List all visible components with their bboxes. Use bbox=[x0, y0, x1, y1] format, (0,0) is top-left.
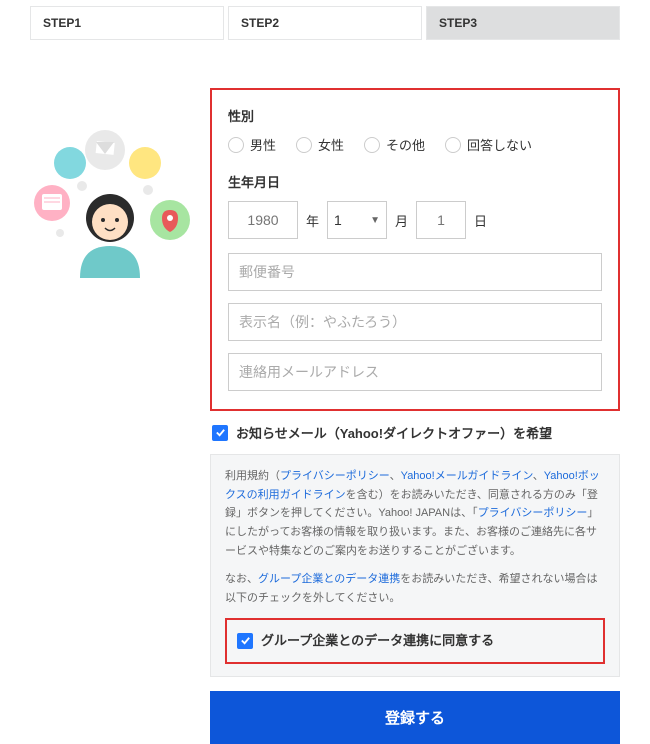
dob-row: 年 1▼ 月 日 bbox=[228, 201, 602, 239]
gender-radio-other[interactable]: その他 bbox=[364, 135, 425, 154]
terms-text: 、 bbox=[533, 470, 544, 482]
person-bubbles-icon bbox=[30, 128, 200, 298]
consent-label: グループ企業とのデータ連携に同意する bbox=[261, 630, 494, 652]
terms-paragraph-2: なお、グループ企業とのデータ連携をお読みいただき、希望されない場合は以下のチェッ… bbox=[225, 570, 605, 607]
privacy-policy-link-2[interactable]: プライバシーポリシー bbox=[478, 507, 588, 519]
display-name-input[interactable] bbox=[228, 303, 602, 341]
checkbox-checked-icon bbox=[212, 425, 228, 441]
terms-text: なお、 bbox=[225, 573, 258, 585]
zip-input[interactable] bbox=[228, 253, 602, 291]
newsletter-checkbox-row[interactable]: お知らせメール（Yahoo!ダイレクトオファー）を希望 bbox=[210, 411, 620, 454]
form-highlight-box: 性別 男性 女性 その他 回答しない 生年月日 年 1▼ 月 日 bbox=[210, 88, 620, 411]
gender-radio-female[interactable]: 女性 bbox=[296, 135, 344, 154]
radio-icon bbox=[445, 137, 461, 153]
checkbox-checked-icon bbox=[237, 633, 253, 649]
radio-label: 男性 bbox=[250, 135, 276, 154]
year-unit: 年 bbox=[306, 211, 319, 230]
chevron-down-icon: ▼ bbox=[370, 215, 380, 226]
month-unit: 月 bbox=[395, 211, 408, 230]
terms-paragraph-1: 利用規約（プライバシーポリシー、Yahoo!メールガイドライン、Yahoo!ボッ… bbox=[225, 467, 605, 560]
radio-icon bbox=[296, 137, 312, 153]
radio-label: 回答しない bbox=[467, 135, 532, 154]
year-input[interactable] bbox=[228, 201, 298, 239]
contact-email-input[interactable] bbox=[228, 353, 602, 391]
privacy-policy-link[interactable]: プライバシーポリシー bbox=[280, 470, 390, 482]
month-value: 1 bbox=[334, 212, 342, 228]
radio-label: その他 bbox=[386, 135, 425, 154]
terms-text: 利用規約（ bbox=[225, 470, 280, 482]
radio-icon bbox=[228, 137, 244, 153]
day-input[interactable] bbox=[416, 201, 466, 239]
step-2: STEP2 bbox=[228, 6, 422, 40]
terms-text: 、 bbox=[390, 470, 401, 482]
gender-radio-group: 男性 女性 その他 回答しない bbox=[228, 135, 602, 154]
step-1: STEP1 bbox=[30, 6, 224, 40]
consent-highlight-box: グループ企業とのデータ連携に同意する bbox=[225, 618, 605, 664]
consent-checkbox-row[interactable]: グループ企業とのデータ連携に同意する bbox=[235, 626, 595, 656]
group-data-link[interactable]: グループ企業とのデータ連携 bbox=[258, 573, 400, 585]
step-3: STEP3 bbox=[426, 6, 620, 40]
radio-label: 女性 bbox=[318, 135, 344, 154]
step-indicator: STEP1 STEP2 STEP3 bbox=[0, 0, 650, 40]
gender-label: 性別 bbox=[228, 106, 602, 125]
radio-icon bbox=[364, 137, 380, 153]
newsletter-label: お知らせメール（Yahoo!ダイレクトオファー）を希望 bbox=[236, 423, 552, 442]
day-unit: 日 bbox=[474, 211, 487, 230]
gender-radio-male[interactable]: 男性 bbox=[228, 135, 276, 154]
mail-guideline-link[interactable]: Yahoo!メールガイドライン bbox=[401, 470, 533, 482]
register-button[interactable]: 登録する bbox=[210, 691, 620, 744]
terms-box: 利用規約（プライバシーポリシー、Yahoo!メールガイドライン、Yahoo!ボッ… bbox=[210, 454, 620, 677]
month-select[interactable]: 1▼ bbox=[327, 201, 387, 239]
submit-row: 登録する bbox=[210, 691, 620, 744]
gender-radio-none[interactable]: 回答しない bbox=[445, 135, 532, 154]
illustration bbox=[30, 88, 200, 744]
dob-label: 生年月日 bbox=[228, 172, 602, 191]
